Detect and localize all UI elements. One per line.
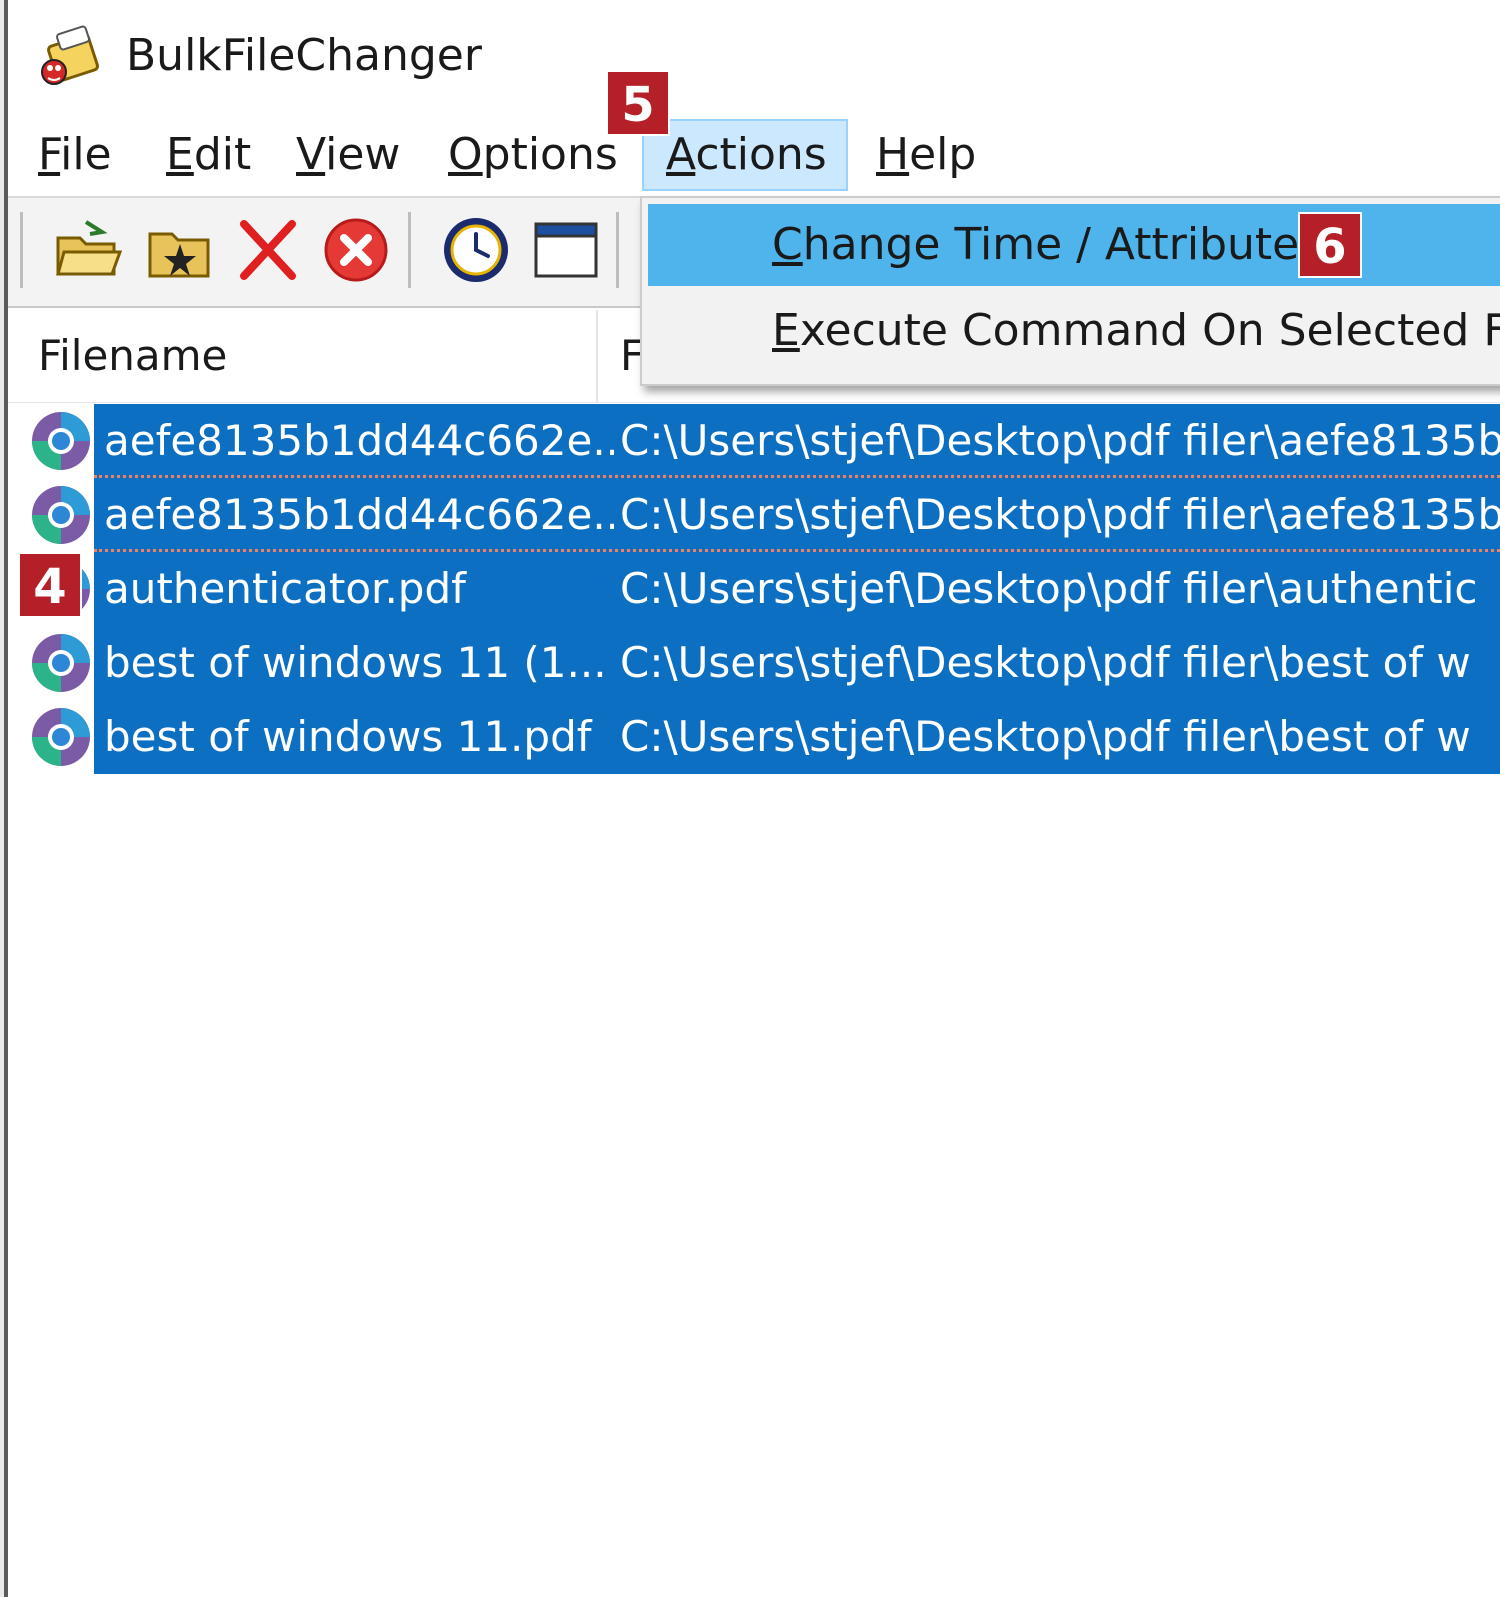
cell-full-path: C:\Users\stjef\Desktop\pdf filer\aefe813… <box>620 490 1500 539</box>
open-folder-icon[interactable] <box>50 212 126 288</box>
browser-pdf-icon <box>32 486 90 544</box>
table-row[interactable]: best of windows 11.pdf C:\Users\stjef\De… <box>8 700 1500 774</box>
table-row[interactable]: authenticator.pdf C:\Users\stjef\Desktop… <box>8 552 1500 626</box>
cell-full-path: C:\Users\stjef\Desktop\pdf filer\best of… <box>620 638 1471 687</box>
menu-edit[interactable]: Edit <box>144 119 273 191</box>
step-badge-6: 6 <box>1298 212 1362 278</box>
delete-x-icon[interactable] <box>230 212 306 288</box>
menu-bar: File Edit View Options Actions Help <box>8 115 1500 195</box>
window-icon[interactable] <box>528 212 604 288</box>
menu-help[interactable]: Help <box>854 119 998 191</box>
title-bar: BulkFileChanger <box>8 0 1500 115</box>
column-divider[interactable] <box>596 310 598 402</box>
step-badge-5: 5 <box>606 70 670 136</box>
toolbar-separator <box>408 212 411 288</box>
menu-item-execute-command[interactable]: Execute Command On Selected Fi <box>648 290 1500 372</box>
table-row[interactable]: aefe8135b1dd44c662e... C:\Users\stjef\De… <box>8 404 1500 478</box>
clock-icon[interactable] <box>438 212 514 288</box>
menu-view[interactable]: View <box>274 119 422 191</box>
cell-full-path: C:\Users\stjef\Desktop\pdf filer\best of… <box>620 712 1471 761</box>
app-title: BulkFileChanger <box>126 30 482 81</box>
table-row[interactable]: best of windows 11 (1... C:\Users\stjef\… <box>8 626 1500 700</box>
table-row[interactable]: aefe8135b1dd44c662e... C:\Users\stjef\De… <box>8 478 1500 552</box>
cell-filename: best of windows 11 (1... <box>104 638 607 687</box>
cell-full-path: C:\Users\stjef\Desktop\pdf filer\authent… <box>620 564 1478 613</box>
actions-dropdown-menu: Change Time / Attributes Execute Command… <box>640 196 1500 386</box>
browser-pdf-icon <box>32 634 90 692</box>
menu-item-change-time-attributes[interactable]: Change Time / Attributes <box>648 204 1500 286</box>
menu-file[interactable]: File <box>16 119 134 191</box>
cell-filename: best of windows 11.pdf <box>104 712 592 761</box>
browser-pdf-icon <box>32 708 90 766</box>
menu-actions[interactable]: Actions <box>642 119 848 191</box>
cell-full-path: C:\Users\stjef\Desktop\pdf filer\aefe813… <box>620 416 1500 465</box>
cell-filename: aefe8135b1dd44c662e... <box>104 416 614 465</box>
browser-pdf-icon <box>32 412 90 470</box>
step-badge-4: 4 <box>18 552 82 618</box>
toolbar-separator <box>616 212 619 288</box>
bulkfilechanger-app-icon <box>41 25 99 85</box>
column-header-filename[interactable]: Filename <box>38 310 588 402</box>
add-folder-icon[interactable] <box>142 212 218 288</box>
file-list: aefe8135b1dd44c662e... C:\Users\stjef\De… <box>8 404 1500 1594</box>
app-window: BulkFileChanger File Edit View Options A… <box>4 0 1500 1597</box>
toolbar-separator <box>20 212 23 288</box>
cell-filename: aefe8135b1dd44c662e... <box>104 490 614 539</box>
cell-filename: authenticator.pdf <box>104 564 466 613</box>
remove-all-icon[interactable] <box>318 212 394 288</box>
